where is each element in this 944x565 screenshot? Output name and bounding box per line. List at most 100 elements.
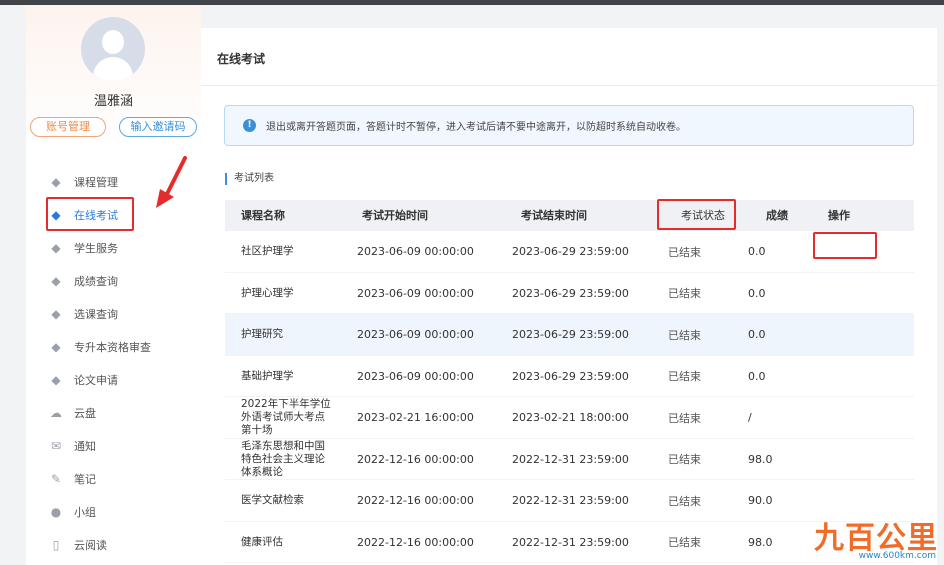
sidebar-item-label: 云阅读 bbox=[74, 538, 107, 552]
user-icon: ● bbox=[50, 504, 62, 519]
table-row[interactable]: 社区护理学 2023-06-09 00:00:00 2023-06-29 23:59… bbox=[225, 231, 914, 273]
table-row[interactable]: 护理研究 2023-06-09 00:00:00 2023-06-29 23:59:… bbox=[225, 314, 914, 356]
cell-score: 0.0 bbox=[748, 369, 766, 383]
sidebar-item-label: 论文申请 bbox=[74, 373, 118, 387]
highlight-box-status bbox=[657, 199, 736, 230]
graduation-cap-icon: ◆ bbox=[51, 306, 61, 321]
sidebar-item[interactable]: ☁ 云盘 bbox=[26, 396, 201, 429]
cell-name: 护理心理学 bbox=[241, 286, 294, 299]
cell-score: / bbox=[748, 411, 752, 425]
table-row[interactable]: 护理心理学 2023-06-09 00:00:00 2023-06-29 23:59… bbox=[225, 273, 914, 314]
notice-text: 退出或离开答题页面，答题计时不暂停，进入考试后请不要中途离开，以防超时系统自动收… bbox=[266, 122, 686, 133]
annotation-arrow bbox=[156, 156, 187, 208]
cell-status: 已结束 bbox=[668, 453, 701, 467]
cell-start: 2023-06-09 00:00:00 bbox=[357, 286, 474, 300]
sidebar-item-label: 云盘 bbox=[74, 406, 96, 420]
column-header-start: 考试开始时间 bbox=[362, 209, 428, 222]
sidebar-item[interactable]: ◆ 学生服务 bbox=[26, 231, 201, 264]
cell-start: 2023-06-09 00:00:00 bbox=[357, 328, 474, 342]
cell-status: 已结束 bbox=[668, 370, 701, 384]
sidebar-item-label: 课程管理 bbox=[74, 175, 118, 189]
username: 温雅涵 bbox=[93, 94, 133, 109]
cell-status: 已结束 bbox=[668, 328, 701, 342]
exam-table: 课程名称 考试开始时间 考试结束时间 考试状态 成绩 操作 社区护理学 2023-… bbox=[225, 200, 914, 563]
main-panel: 在线考试 ! 退出或离开答题页面，答题计时不暂停，进入考试后请不要中途离开，以防… bbox=[201, 28, 937, 565]
graduation-cap-icon: ◆ bbox=[51, 240, 61, 255]
cell-name: 2022年下半年学位外语考试师大考点第十场 bbox=[241, 398, 331, 437]
cell-score: 90.0 bbox=[748, 494, 773, 508]
cell-name: 护理研究 bbox=[241, 328, 283, 341]
cell-name: 毛泽东思想和中国特色社会主义理论体系概论 bbox=[241, 439, 325, 478]
sidebar-item-label: 成绩查询 bbox=[74, 274, 118, 288]
info-icon: ! bbox=[243, 119, 256, 132]
table-body: 社区护理学 2023-06-09 00:00:00 2023-06-29 23:59… bbox=[225, 231, 914, 563]
cell-start: 2023-06-09 00:00:00 bbox=[357, 245, 474, 259]
cell-end: 2022-12-31 23:59:00 bbox=[512, 452, 629, 466]
column-header-score: 成绩 bbox=[766, 209, 788, 222]
sidebar-item-label: 选课查询 bbox=[74, 307, 118, 321]
table-row[interactable]: 基础护理学 2023-06-09 00:00:00 2023-06-29 23:59… bbox=[225, 356, 914, 397]
account-management-button[interactable]: 账号管理 bbox=[30, 117, 106, 137]
mail-icon: ✉ bbox=[50, 438, 62, 453]
sidebar-item[interactable]: ◆ 专升本资格审查 bbox=[26, 330, 201, 363]
graduation-cap-icon: ◆ bbox=[51, 339, 61, 354]
sidebar-item[interactable]: ✎ 笔记 bbox=[26, 462, 201, 495]
graduation-cap-icon: ◆ bbox=[51, 174, 61, 189]
notice-banner: ! 退出或离开答题页面，答题计时不暂停，进入考试后请不要中途离开，以防超时系统自… bbox=[224, 105, 914, 146]
highlight-box-action bbox=[813, 232, 877, 259]
cell-end: 2022-12-31 23:59:00 bbox=[512, 494, 629, 508]
sidebar-item[interactable]: ◆ 论文申请 bbox=[26, 363, 201, 396]
cell-name: 基础护理学 bbox=[241, 369, 294, 382]
sidebar-item[interactable]: ✉ 通知 bbox=[26, 429, 201, 462]
sidebar-item-label: 学生服务 bbox=[74, 241, 118, 255]
sidebar-item[interactable]: ◆ 选课查询 bbox=[26, 297, 201, 330]
page-title: 在线考试 bbox=[217, 52, 266, 66]
cell-end: 2023-06-29 23:59:00 bbox=[512, 369, 629, 383]
sidebar: 温雅涵 账号管理 输入邀请码 ◆ 课程管理 ◆ 在线考试 ◆ 学生服务 ◆ 成绩查询 ◆ 选课查询… bbox=[26, 5, 201, 565]
column-header-name: 课程名称 bbox=[241, 209, 285, 222]
graduation-cap-icon: ◆ bbox=[51, 372, 61, 387]
cell-start: 2022-12-16 00:00:00 bbox=[357, 452, 474, 466]
table-row[interactable]: 健康评估 2022-12-16 00:00:00 2022-12-31 23:59:… bbox=[225, 522, 914, 563]
cell-score: 98.0 bbox=[748, 535, 773, 549]
highlight-box-nav bbox=[46, 197, 134, 231]
watermark-url: www.600km.com bbox=[858, 551, 936, 561]
cell-end: 2023-06-29 23:59:00 bbox=[512, 328, 629, 342]
table-row[interactable]: 毛泽东思想和中国特色社会主义理论体系概论 2022-12-16 00:00:00 2… bbox=[225, 439, 914, 480]
cell-name: 社区护理学 bbox=[241, 245, 294, 258]
cell-status: 已结束 bbox=[668, 411, 701, 425]
cell-name: 医学文献检索 bbox=[241, 494, 304, 507]
main-header: 在线考试 bbox=[201, 28, 937, 86]
invite-code-button[interactable]: 输入邀请码 bbox=[119, 117, 197, 137]
cell-score: 0.0 bbox=[748, 245, 766, 259]
table-row[interactable]: 医学文献检索 2022-12-16 00:00:00 2022-12-31 23:5… bbox=[225, 480, 914, 522]
cell-status: 已结束 bbox=[668, 536, 701, 550]
sidebar-item-label: 小组 bbox=[74, 505, 96, 519]
table-header: 课程名称 考试开始时间 考试结束时间 考试状态 成绩 操作 bbox=[225, 200, 914, 231]
table-row[interactable]: 2022年下半年学位外语考试师大考点第十场 2023-02-21 16:00:00… bbox=[225, 397, 914, 439]
cell-score: 0.0 bbox=[748, 286, 766, 300]
sidebar-item-label: 通知 bbox=[74, 439, 96, 453]
cell-end: 2023-06-29 23:59:00 bbox=[512, 245, 629, 259]
cloud-icon: ☁ bbox=[50, 405, 62, 420]
cell-start: 2023-06-09 00:00:00 bbox=[357, 369, 474, 383]
sidebar-item[interactable]: ◆ 成绩查询 bbox=[26, 264, 201, 297]
sidebar-item[interactable]: ▯ 云阅读 bbox=[26, 528, 201, 561]
sidebar-item-label: 笔记 bbox=[74, 472, 96, 486]
column-header-end: 考试结束时间 bbox=[521, 209, 587, 222]
cell-start: 2023-02-21 16:00:00 bbox=[357, 411, 474, 425]
sidebar-item[interactable]: ● 小组 bbox=[26, 495, 201, 528]
cell-start: 2022-12-16 00:00:00 bbox=[357, 494, 474, 508]
cell-end: 2022-12-31 23:59:00 bbox=[512, 535, 629, 549]
cell-status: 已结束 bbox=[668, 494, 701, 508]
avatar[interactable] bbox=[81, 17, 145, 81]
cell-status: 已结束 bbox=[668, 245, 701, 259]
section-label: 考试列表 bbox=[225, 173, 274, 185]
note-icon: ✎ bbox=[50, 471, 62, 486]
cell-end: 2023-02-21 18:00:00 bbox=[512, 411, 629, 425]
cell-name: 健康评估 bbox=[241, 535, 283, 548]
watermark-logo: 九百公里 www.600km.com bbox=[812, 513, 938, 561]
cell-score: 0.0 bbox=[748, 328, 766, 342]
sidebar-item-label: 专升本资格审查 bbox=[74, 340, 151, 354]
cell-end: 2023-06-29 23:59:00 bbox=[512, 286, 629, 300]
